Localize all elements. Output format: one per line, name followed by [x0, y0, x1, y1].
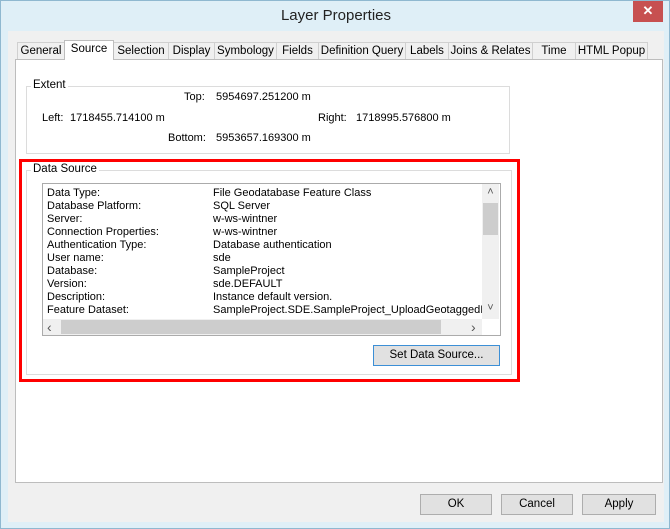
vertical-scrollbar[interactable]: ˄ ˅: [482, 184, 499, 319]
scroll-right-icon[interactable]: ›: [471, 319, 476, 335]
list-item: User name: sde: [47, 252, 231, 265]
extent-right-value: 1718995.576800 m: [356, 112, 451, 124]
scroll-left-icon[interactable]: ‹: [47, 319, 52, 335]
property-value: SQL Server: [213, 200, 271, 212]
property-name: Version:: [47, 278, 87, 290]
tab-fields[interactable]: Fields: [276, 42, 319, 60]
data-source-list[interactable]: Data Type: File Geodatabase Feature Class…: [42, 183, 501, 336]
extent-top-label: Top:: [184, 91, 205, 103]
tab-symbology[interactable]: Symbology: [214, 42, 277, 60]
property-name: User name:: [47, 252, 104, 264]
property-name: Data Type:: [47, 187, 100, 199]
list-item: Version: sde.DEFAULT: [47, 278, 283, 291]
extent-left-value: 1718455.714100 m: [70, 112, 165, 124]
list-item: Server: w-ws-wintner: [47, 213, 277, 226]
property-name: Database Platform:: [47, 200, 142, 212]
scroll-up-icon[interactable]: ˄: [482, 186, 499, 198]
property-value: sde.DEFAULT: [213, 278, 283, 290]
vertical-scroll-thumb[interactable]: [483, 203, 498, 235]
property-name: Connection Properties:: [47, 226, 159, 238]
property-value: sde: [213, 252, 231, 264]
tab-display[interactable]: Display: [168, 42, 215, 60]
apply-button[interactable]: Apply: [582, 494, 656, 515]
list-item: Description: Instance default version.: [47, 291, 332, 304]
tab-source[interactable]: Source: [64, 40, 114, 60]
ok-button[interactable]: OK: [420, 494, 492, 515]
window-title: Layer Properties: [280, 7, 392, 24]
set-data-source-button[interactable]: Set Data Source...: [373, 345, 500, 366]
extent-bottom-label: Bottom:: [168, 132, 206, 144]
list-item: Database: SampleProject: [47, 265, 285, 278]
tab-definition-query[interactable]: Definition Query: [318, 42, 406, 60]
property-value: SampleProject.SDE.SampleProject_UploadGe…: [213, 304, 482, 316]
close-button[interactable]: ✕: [633, 1, 663, 22]
property-value: w-ws-wintner: [213, 213, 278, 225]
cancel-button[interactable]: Cancel: [501, 494, 573, 515]
tab-selection[interactable]: Selection: [113, 42, 169, 60]
property-value: Instance default version.: [213, 291, 333, 303]
list-item: Database Platform: SQL Server: [47, 200, 270, 213]
property-value: Database authentication: [213, 239, 332, 251]
property-name: Description:: [47, 291, 106, 303]
extent-left-label: Left:: [42, 112, 64, 124]
property-name: Authentication Type:: [47, 239, 147, 251]
list-item: Feature Dataset: SampleProject.SDE.Sample…: [47, 304, 482, 317]
data-source-label: Data Source: [31, 163, 99, 175]
list-item: Data Type: File Geodatabase Feature Class: [47, 187, 371, 200]
property-value: File Geodatabase Feature Class: [213, 187, 372, 199]
property-name: Feature Dataset:: [47, 304, 129, 316]
property-value: SampleProject: [213, 265, 285, 277]
extent-top-value: 5954697.251200 m: [216, 91, 311, 103]
property-name: Server:: [47, 213, 83, 225]
extent-label: Extent: [31, 79, 68, 91]
tab-joins-relates[interactable]: Joins & Relates: [448, 42, 533, 60]
scroll-down-icon[interactable]: ˅: [482, 302, 499, 314]
horizontal-scroll-thumb[interactable]: [61, 320, 441, 334]
tab-time[interactable]: Time: [532, 42, 576, 60]
layer-properties-window: Layer Properties ✕ General Source Select…: [0, 0, 670, 529]
list-item: Authentication Type: Database authenticat…: [47, 239, 332, 252]
list-item: Connection Properties: w-ws-wintner: [47, 226, 277, 239]
extent-right-label: Right:: [318, 112, 347, 124]
property-value: w-ws-wintner: [213, 226, 278, 238]
property-name: Database:: [47, 265, 98, 277]
horizontal-scrollbar[interactable]: ‹ ›: [43, 319, 482, 335]
tab-labels[interactable]: Labels: [405, 42, 449, 60]
tab-html-popup[interactable]: HTML Popup: [575, 42, 648, 60]
extent-bottom-value: 5953657.169300 m: [216, 132, 311, 144]
tab-general[interactable]: General: [17, 42, 65, 60]
